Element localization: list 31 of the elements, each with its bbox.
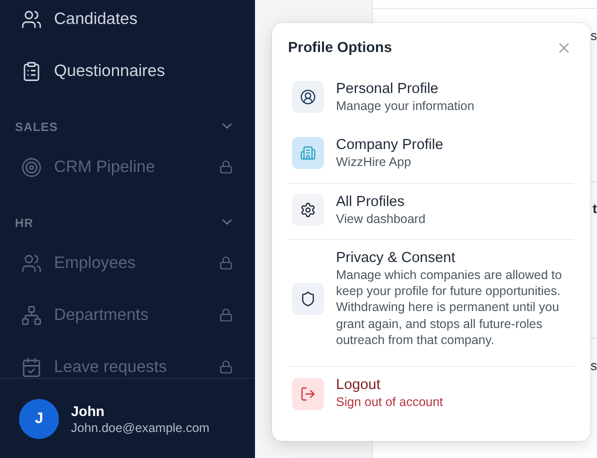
avatar[interactable]: J	[19, 398, 59, 438]
lock-icon	[219, 256, 233, 270]
settings-icon	[300, 202, 316, 218]
section-heading: HR	[15, 216, 34, 230]
menu-item[interactable]: Personal Profile Manage your information	[288, 72, 574, 122]
lock-icon	[219, 160, 233, 174]
lock-icon	[219, 360, 233, 374]
nav-item[interactable]: Questionnaires	[0, 45, 255, 97]
menu-item[interactable]: Logout Sign out of account	[288, 368, 574, 419]
hierarchy-icon	[21, 304, 42, 326]
menu-item[interactable]: Privacy & Consent Manage which companies are allowed to keep your profile for future opportunities. Withdrawing here is permanent until you grant again, and stops all future-roles outreach from that company.	[288, 240, 574, 356]
user-email: John.doe@example.com	[71, 420, 210, 434]
building-icon	[300, 145, 316, 162]
lock-icon	[219, 308, 233, 322]
shield-icon	[300, 290, 316, 307]
page-text: s	[590, 358, 597, 372]
people-icon	[21, 8, 42, 30]
menu-item[interactable]: All Profiles View dashboard	[288, 184, 574, 235]
people-icon	[21, 252, 42, 274]
user-circle-icon	[300, 89, 316, 106]
section-heading: SALES	[15, 120, 58, 134]
page-text: t	[592, 200, 597, 216]
menu-item[interactable]: Company Profile WizzHire App	[288, 128, 574, 179]
calendar-icon	[21, 356, 42, 378]
target-icon	[21, 156, 42, 178]
clipboard-icon	[21, 60, 42, 82]
user-name: John	[71, 402, 106, 418]
nav-item[interactable]: Candidates	[0, 0, 255, 45]
logout-icon	[300, 386, 316, 402]
popup-title: Profile Options	[288, 40, 392, 56]
page-text: s	[590, 28, 597, 42]
